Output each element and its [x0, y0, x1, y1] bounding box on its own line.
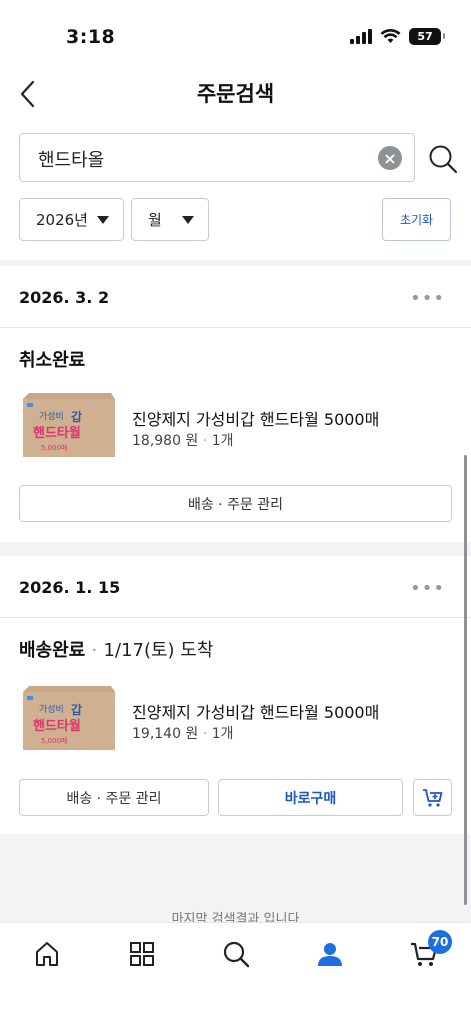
- status-icons: 57: [350, 28, 445, 45]
- category-grid-icon[interactable]: [127, 939, 157, 969]
- delivery-date: 1/17(토) 도착: [103, 640, 214, 661]
- buy-again-button[interactable]: 바로구매: [218, 779, 403, 816]
- more-options-icon[interactable]: •••: [410, 578, 445, 599]
- product-name[interactable]: 진양제지 가성비갑 핸드타월 5000매: [132, 699, 379, 723]
- product-quantity: 1개: [211, 433, 234, 449]
- thumb-line1: 가성비: [39, 411, 64, 422]
- thumb-brand: 갑: [71, 410, 82, 424]
- product-thumbnail[interactable]: 가성비 갑 핸드타월 5,000매: [19, 682, 117, 754]
- battery-icon: 57: [409, 28, 445, 45]
- order-card-header: 2026. 1. 15 •••: [0, 556, 471, 618]
- product-quantity: 1개: [211, 726, 234, 742]
- add-to-cart-button[interactable]: [413, 779, 452, 816]
- my-page-icon[interactable]: [315, 939, 345, 969]
- product-meta: 18,980 원 · 1개: [132, 433, 234, 449]
- order-card-header: 2026. 3. 2 •••: [0, 266, 471, 328]
- product-thumbnail[interactable]: 가성비 갑 핸드타월 5,000매: [19, 389, 117, 461]
- cart-count-badge: 70: [428, 930, 452, 954]
- thumb-brand: 갑: [71, 703, 82, 717]
- search-input-value: 핸드타올: [38, 150, 105, 171]
- thumb-line2: 핸드타월: [33, 718, 81, 734]
- chevron-down-icon: [97, 216, 109, 224]
- year-select-value: 2026년: [36, 211, 88, 229]
- search-tab-icon[interactable]: [221, 939, 251, 969]
- tab-bar: [0, 922, 471, 1024]
- manage-order-button[interactable]: 배송 · 주문 관리: [19, 779, 209, 816]
- wifi-icon: [380, 29, 401, 43]
- search-icon[interactable]: [428, 144, 458, 174]
- chevron-down-icon: [182, 216, 194, 224]
- manage-order-button[interactable]: 배송 · 주문 관리: [19, 485, 452, 522]
- order-card: 2026. 1. 15 ••• 배송완료 · 1/17(토) 도착 가성비 갑 …: [0, 556, 471, 834]
- thumb-line2: 핸드타월: [33, 425, 81, 441]
- order-status-label: 취소완료: [19, 350, 86, 371]
- month-select-value: 월: [148, 211, 162, 229]
- status-bar: 3:18 57: [0, 0, 471, 72]
- order-date: 2026. 3. 2: [19, 288, 110, 307]
- scrollbar[interactable]: [464, 455, 467, 905]
- order-status: 배송완료 · 1/17(토) 도착: [19, 636, 213, 662]
- home-icon[interactable]: [32, 939, 62, 969]
- order-status-label: 배송완료: [19, 640, 86, 661]
- order-status: 취소완료: [19, 346, 85, 372]
- signal-icon: [350, 29, 372, 44]
- month-select[interactable]: 월: [131, 198, 209, 241]
- more-options-icon[interactable]: •••: [410, 288, 445, 309]
- page-title: 주문검색: [196, 82, 275, 106]
- status-time: 3:18: [66, 26, 116, 48]
- add-cart-icon: [422, 788, 442, 807]
- reset-button[interactable]: 초기화: [382, 198, 451, 241]
- product-meta: 19,140 원 · 1개: [132, 726, 234, 742]
- order-card: 2026. 3. 2 ••• 취소완료 가성비 갑 핸드타월 5,000매 진양…: [0, 266, 471, 542]
- year-select[interactable]: 2026년: [19, 198, 124, 241]
- order-date: 2026. 1. 15: [19, 578, 121, 597]
- thumb-count: 5,000매: [41, 444, 67, 452]
- product-price: 18,980 원: [132, 433, 199, 449]
- search-input[interactable]: 핸드타올 ×: [19, 133, 415, 182]
- product-price: 19,140 원: [132, 726, 199, 742]
- thumb-line1: 가성비: [39, 704, 64, 715]
- nav-bar: 주문검색: [0, 72, 471, 120]
- product-name[interactable]: 진양제지 가성비갑 핸드타월 5000매: [132, 406, 379, 430]
- status-separator: ·: [91, 640, 98, 661]
- clear-search-icon[interactable]: ×: [378, 146, 402, 170]
- search-area: 핸드타올 × 2026년 월 초기화: [0, 120, 471, 260]
- thumb-count: 5,000매: [41, 737, 67, 745]
